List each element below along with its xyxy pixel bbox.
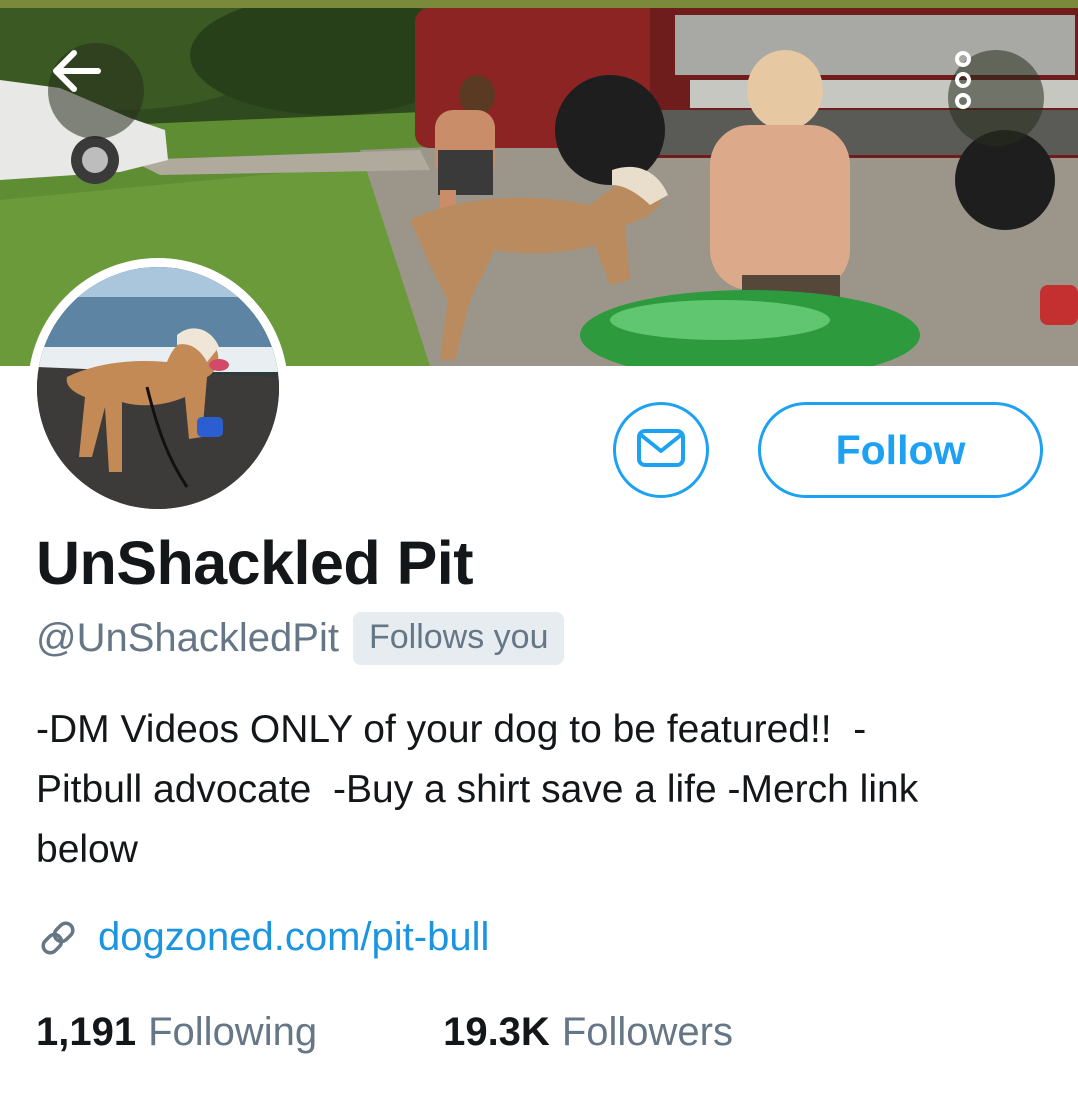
handle-row: @UnShackledPit Follows you xyxy=(36,612,565,665)
following-stat[interactable]: 1,191 Following xyxy=(36,1010,317,1055)
avatar-photo xyxy=(37,267,279,509)
message-button[interactable] xyxy=(613,402,709,498)
back-button[interactable] xyxy=(48,43,144,139)
website-link[interactable]: dogzoned.com/pit-bull xyxy=(98,915,489,960)
display-name: UnShackled Pit xyxy=(36,529,474,597)
link-icon xyxy=(36,916,80,960)
envelope-icon xyxy=(636,428,686,473)
followers-label: Followers xyxy=(561,1010,733,1054)
following-label: Following xyxy=(148,1010,318,1054)
follows-you-badge: Follows you xyxy=(352,612,565,665)
profile-stats: 1,191 Following 19.3K Followers xyxy=(36,1010,733,1055)
follow-button[interactable]: Follow xyxy=(758,402,1043,498)
profile-bio: -DM Videos ONLY of your dog to be featur… xyxy=(36,708,919,871)
more-options-button[interactable] xyxy=(948,50,1044,146)
following-count: 1,191 xyxy=(36,1010,137,1054)
website-row: dogzoned.com/pit-bull xyxy=(36,915,489,960)
profile-avatar[interactable] xyxy=(28,258,288,518)
followers-count: 19.3K xyxy=(443,1010,550,1054)
followers-stat[interactable]: 19.3K Followers xyxy=(443,1010,733,1055)
user-handle: @UnShackledPit xyxy=(36,616,339,660)
